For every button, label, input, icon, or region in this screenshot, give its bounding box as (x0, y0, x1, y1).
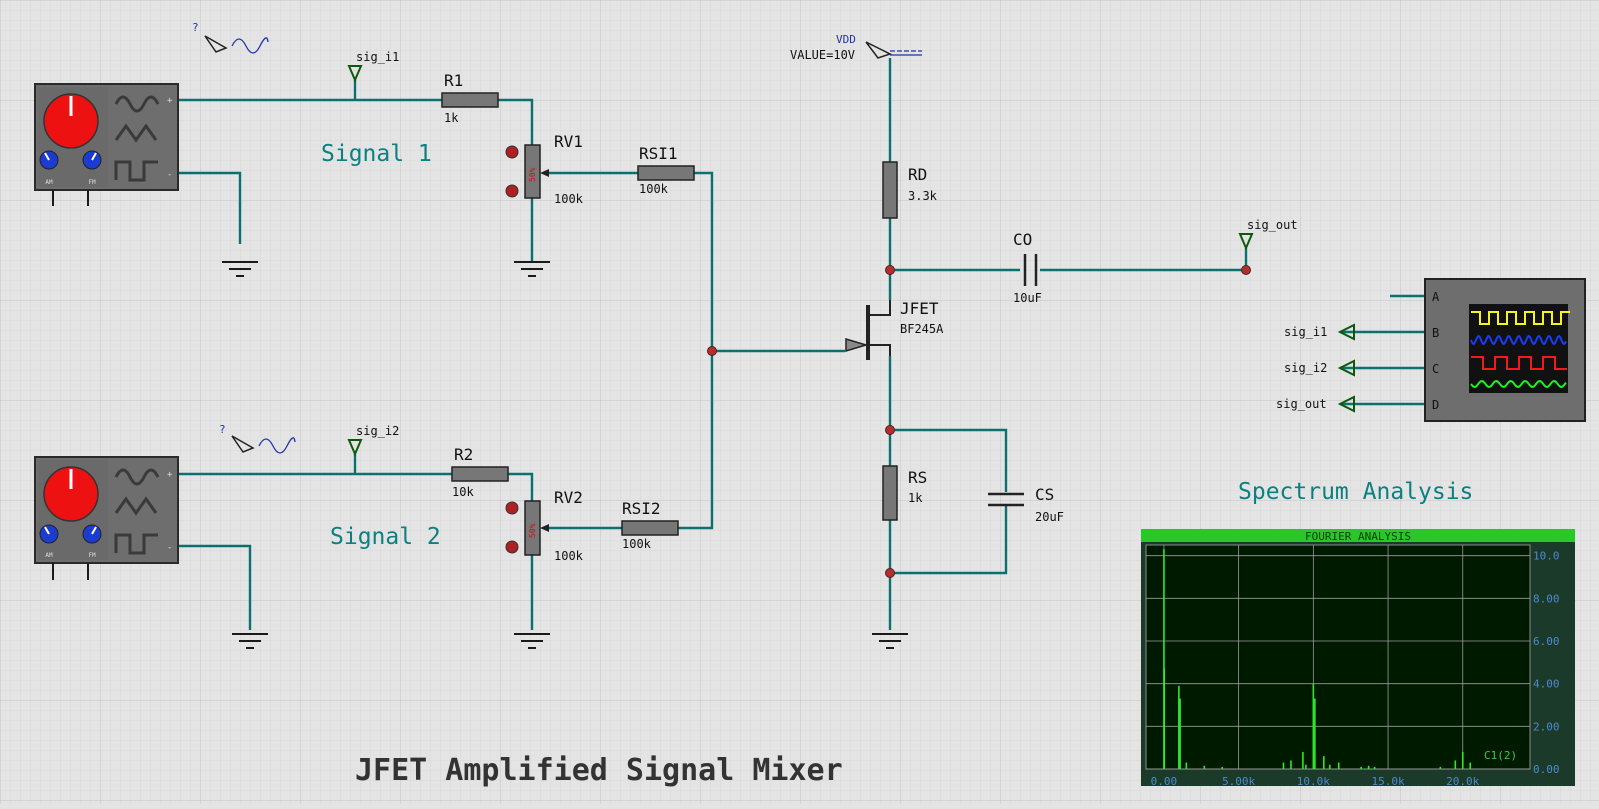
svg-text:RD: RD (908, 165, 927, 184)
decrease-button[interactable] (505, 540, 519, 554)
minus-terminal-label: - (167, 170, 172, 180)
plus-terminal-label: + (167, 96, 173, 106)
svg-text:RV1: RV1 (554, 132, 583, 151)
svg-text:CS: CS (1035, 485, 1054, 504)
minus-terminal-label: - (167, 543, 172, 553)
svg-text:100k: 100k (622, 537, 652, 551)
fourier-header-title: FOURIER ANALYSIS (1305, 530, 1411, 543)
svg-text:10k: 10k (452, 485, 474, 499)
channel-c-label: C (1432, 362, 1439, 376)
svg-text:RSI2: RSI2 (622, 499, 661, 518)
svg-text:1k: 1k (908, 491, 923, 505)
junction-gate (707, 346, 717, 356)
spectrum-analysis-label: Spectrum Analysis (1238, 479, 1473, 505)
vdd-label: VDD (836, 33, 856, 46)
junction-source (885, 425, 895, 435)
am-label: AM (45, 179, 53, 186)
x-tick-label: 20.0k (1446, 775, 1479, 788)
svg-text:100k: 100k (554, 549, 584, 563)
signal-generator-1[interactable]: AM FM + - (34, 83, 179, 206)
svg-text:sig_out: sig_out (1247, 218, 1298, 232)
scope-input-sig-i1: sig_i1 (1284, 325, 1327, 339)
y-tick-label: 0.00 (1533, 763, 1560, 776)
signal-1-label: Signal 1 (321, 141, 432, 167)
vdd-value: VALUE=10V (790, 48, 855, 62)
x-tick-label: 15.0k (1371, 775, 1404, 788)
svg-text:3.3k: 3.3k (908, 189, 938, 203)
oscilloscope[interactable]: A B C D (1424, 278, 1586, 422)
svg-text:50%: 50% (528, 167, 537, 182)
svg-text:100k: 100k (554, 192, 584, 206)
fourier-trace-label: C1(2) (1484, 749, 1517, 762)
svg-text:10uF: 10uF (1013, 291, 1042, 305)
signal-generator-2[interactable]: AM FM + - (34, 456, 179, 580)
increase-button[interactable] (505, 145, 519, 159)
channel-b-label: B (1432, 326, 1439, 340)
svg-text:R2: R2 (454, 445, 473, 464)
svg-text:BF245A: BF245A (900, 322, 944, 336)
fm-label: FM (88, 179, 96, 186)
schematic-canvas: AM FM + - ? AM FM + - ? sig_i1 sig_i2 si… (0, 0, 1599, 804)
y-tick-label: 6.00 (1533, 635, 1560, 648)
channel-d-label: D (1432, 398, 1439, 412)
fm-label: FM (88, 552, 96, 559)
y-tick-label: 2.00 (1533, 720, 1560, 733)
fourier-plot-area (1145, 544, 1531, 770)
x-tick-label: 5.00k (1222, 775, 1255, 788)
svg-text:RS: RS (908, 468, 927, 487)
svg-text:R1: R1 (444, 71, 463, 90)
y-tick-label: 10.0 (1533, 550, 1560, 563)
svg-text:CO: CO (1013, 230, 1032, 249)
increase-button[interactable] (505, 501, 519, 515)
channel-a-label: A (1432, 290, 1440, 304)
probe-question-label: ? (219, 423, 226, 436)
svg-text:20uF: 20uF (1035, 510, 1064, 524)
y-tick-label: 4.00 (1533, 678, 1560, 691)
svg-text:sig_i1: sig_i1 (356, 50, 399, 64)
fourier-analysis-panel[interactable]: FOURIER ANALYSIS 0.00 5.00k 10.0k 15.0k 20.0… (1141, 529, 1575, 788)
x-tick-label: 0.00 (1151, 775, 1178, 788)
probe-question-label: ? (192, 21, 199, 34)
svg-text:sig_i2: sig_i2 (356, 424, 399, 438)
svg-text:RSI1: RSI1 (639, 144, 678, 163)
scope-input-sig-out: sig_out (1276, 397, 1327, 411)
junction-source-bottom (885, 568, 895, 578)
svg-text:50%: 50% (528, 523, 537, 538)
junction-out (1241, 265, 1251, 275)
svg-text:RV2: RV2 (554, 488, 583, 507)
am-label: AM (45, 552, 53, 559)
decrease-button[interactable] (505, 184, 519, 198)
scope-input-sig-i2: sig_i2 (1284, 361, 1327, 375)
svg-text:100k: 100k (639, 182, 669, 196)
x-tick-label: 10.0k (1297, 775, 1330, 788)
signal-2-label: Signal 2 (330, 524, 441, 550)
svg-text:1k: 1k (444, 111, 459, 125)
y-tick-label: 8.00 (1533, 592, 1560, 605)
plus-terminal-label: + (167, 470, 173, 480)
junction-drain (885, 265, 895, 275)
page-title: JFET Amplified Signal Mixer (355, 753, 843, 788)
svg-text:JFET: JFET (900, 299, 939, 318)
